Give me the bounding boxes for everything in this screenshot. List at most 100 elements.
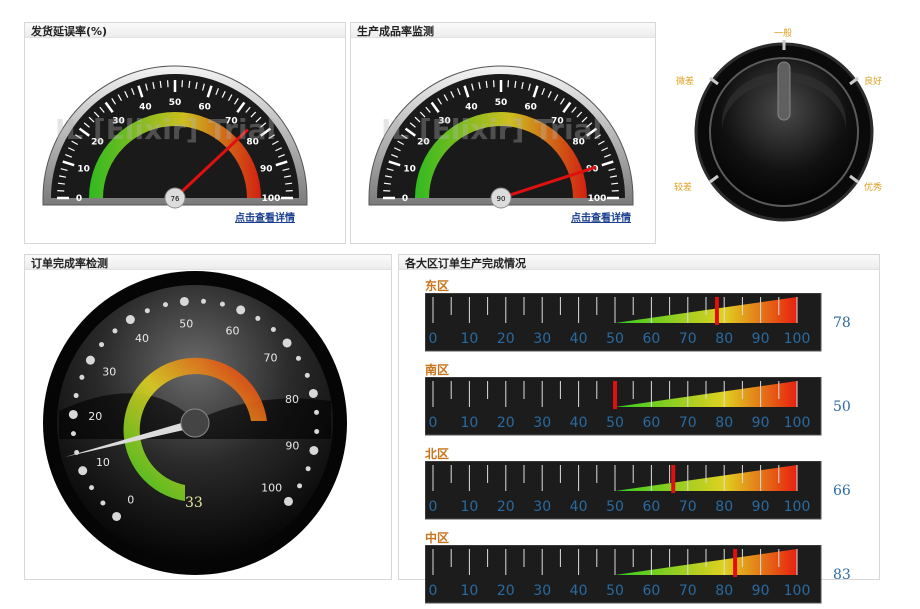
region-bar: 0102030405060708090100 (425, 461, 825, 525)
order-dot (309, 389, 318, 398)
bar-scale-label: 60 (642, 415, 660, 431)
region-bar: 0102030405060708090100 (425, 293, 825, 357)
bar-scale-label: 20 (497, 415, 515, 431)
bar-scale-label: 60 (642, 499, 660, 515)
gauge-tick-label: 40 (139, 103, 152, 113)
order-dot (100, 501, 105, 506)
gauge-tick-label: 70 (225, 116, 238, 126)
gauge-tick-label: 20 (91, 138, 104, 148)
order-tick-label: 100 (261, 481, 282, 494)
bar-scale-label: 80 (715, 415, 733, 431)
order-dot (163, 302, 168, 307)
order-dot (86, 356, 95, 365)
knob-dial[interactable] (660, 22, 910, 244)
bar-scale-label: 10 (460, 583, 478, 599)
order-tick-label: 60 (225, 324, 239, 337)
order-dot (112, 328, 117, 333)
order-tick-label: 10 (96, 456, 110, 469)
details-link[interactable]: 点击查看详情 (235, 209, 295, 224)
bar-scale-label: 30 (533, 499, 551, 515)
order-tick-label: 30 (102, 365, 116, 378)
order-dot (220, 302, 225, 307)
details-link[interactable]: 点击查看详情 (571, 209, 631, 224)
gauge-tick-label: 80 (572, 138, 585, 148)
region-label: 东区 (425, 277, 449, 294)
bar-scale-label: 100 (784, 583, 811, 599)
order-value: 33 (185, 495, 203, 511)
order-dot (296, 356, 301, 361)
panel-title: 发货延误率(%) (31, 23, 107, 39)
gauge-tick-label: 50 (169, 98, 182, 108)
bar-marker (613, 381, 617, 409)
region-value: 78 (833, 315, 851, 331)
order-dot (314, 429, 319, 434)
order-tick-label: 50 (179, 317, 193, 330)
bar-scale-label: 10 (460, 499, 478, 515)
bar-scale-label: 80 (715, 331, 733, 347)
gauge-tick-label: 10 (77, 164, 90, 174)
order-tick-label: 70 (263, 351, 277, 364)
bar-scale-label: 100 (784, 499, 811, 515)
bar-scale-label: 90 (752, 499, 770, 515)
order-dot (309, 446, 318, 455)
order-dot (126, 315, 135, 324)
gauge-tick-label: 50 (495, 98, 508, 108)
region-value: 66 (833, 483, 851, 499)
order-dot (89, 485, 94, 490)
bar-marker (715, 297, 719, 325)
bar-scale-label: 40 (570, 583, 588, 599)
gauge-tick-label: 40 (465, 103, 478, 113)
bar-marker (733, 549, 737, 577)
bar-scale-label: 10 (460, 415, 478, 431)
bar-scale-label: 90 (752, 331, 770, 347)
order-dot (297, 483, 302, 488)
quality-panel: 生产成品率监测 0102030405060708090100 90 IL [El… (350, 22, 656, 244)
order-dot (78, 466, 87, 475)
bar-scale-label: 50 (606, 499, 624, 515)
panel-title: 订单完成率检测 (31, 255, 108, 271)
needle-value-label: 76 (171, 195, 180, 203)
order-dot (314, 410, 319, 415)
quality-gauge: 0102030405060708090100 90 (351, 41, 657, 221)
bar-scale-label: 60 (642, 583, 660, 599)
region-bar: 0102030405060708090100 (425, 545, 825, 609)
region-value: 50 (833, 399, 851, 415)
order-dot (271, 327, 276, 332)
bar-scale-label: 0 (429, 331, 438, 347)
order-tick-label: 0 (127, 494, 134, 507)
order-gauge: 0102030405060708090100 (25, 271, 393, 581)
knob-widget[interactable]: 一般 良好 优秀 较差 微差 (660, 22, 910, 244)
bar-scale-label: 60 (642, 331, 660, 347)
panel-title: 生产成品率监测 (357, 23, 434, 39)
order-panel: 订单完成率检测 0102030405060708090100 33 (24, 254, 392, 580)
gauge-tick-label: 100 (262, 194, 281, 204)
order-tick-label: 80 (285, 393, 299, 406)
order-dot (284, 497, 293, 506)
bar-scale-label: 90 (752, 415, 770, 431)
gauge-tick-label: 10 (403, 164, 416, 174)
gauge-tick-label: 90 (260, 164, 273, 174)
knob-label-slightly-poor: 微差 (676, 74, 694, 87)
bar-scale-label: 30 (533, 415, 551, 431)
bar-scale-label: 50 (606, 331, 624, 347)
order-dot (236, 305, 245, 314)
order-dot (74, 393, 79, 398)
bar-scale-label: 50 (606, 415, 624, 431)
order-dot (79, 375, 84, 380)
bar-scale-label: 70 (679, 583, 697, 599)
gauge-tick-label: 60 (198, 103, 211, 113)
order-dot (71, 431, 76, 436)
bar-scale-label: 10 (460, 331, 478, 347)
delay-panel: 发货延误率(%) 0102030405060708090100 76 IL [E… (24, 22, 346, 244)
region-value: 83 (833, 567, 851, 583)
order-tick-label: 20 (88, 410, 102, 423)
bar-scale-label: 70 (679, 499, 697, 515)
region-bar: 0102030405060708090100 (425, 377, 825, 441)
order-dot (305, 373, 310, 378)
gauge-tick-label: 0 (402, 194, 408, 204)
knob-label-good: 良好 (864, 74, 882, 87)
bar-scale-label: 20 (497, 499, 515, 515)
bar-scale-label: 100 (784, 415, 811, 431)
order-tick-label: 90 (285, 439, 299, 452)
order-dot (255, 316, 260, 321)
